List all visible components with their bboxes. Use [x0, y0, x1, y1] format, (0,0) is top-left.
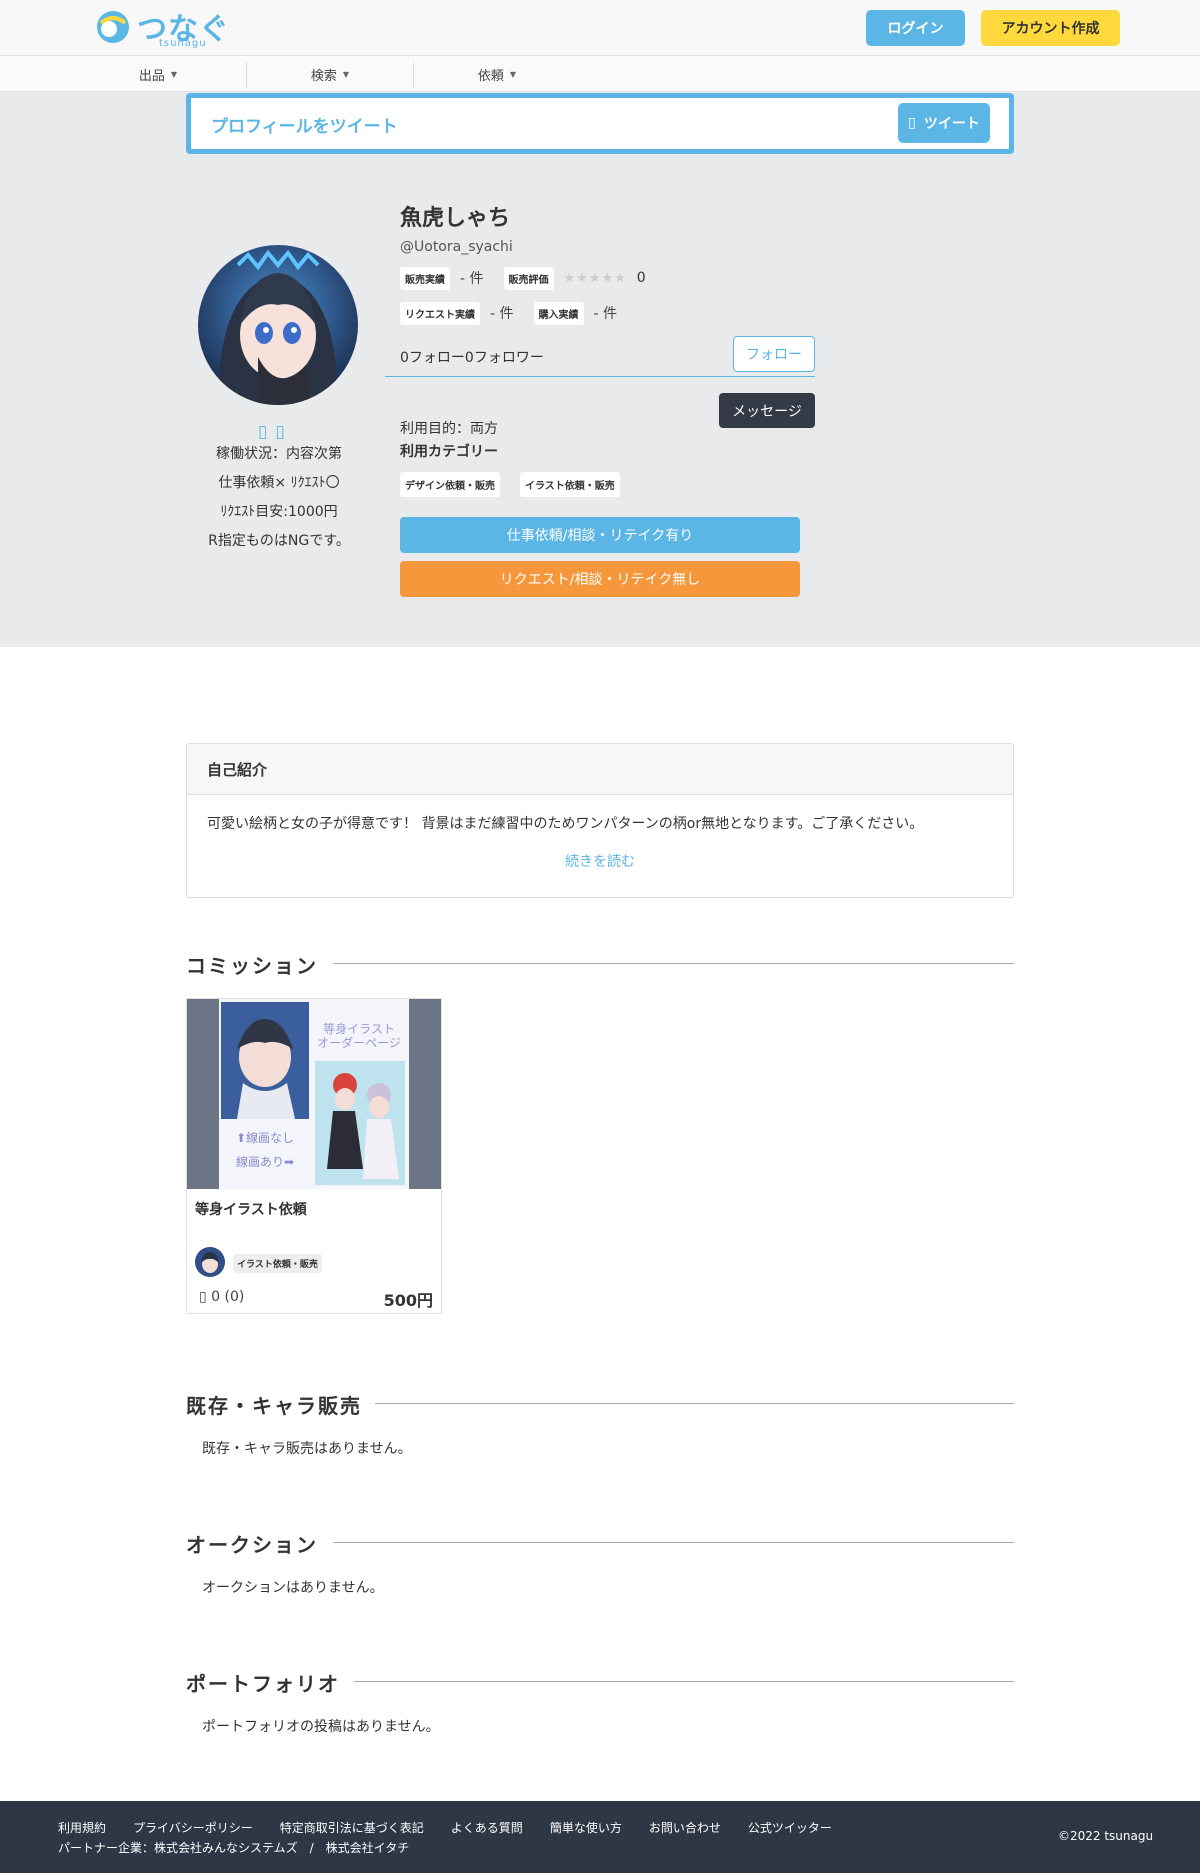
- footer-link-commerce-law[interactable]: 特定商取引法に基づく表記: [280, 1819, 424, 1836]
- avatar-image: [198, 245, 358, 405]
- stat-value-request-count: - 件: [490, 306, 514, 322]
- twitter-icon: ▯: [908, 115, 916, 131]
- thumb-text-left-1: ⬆線画なし: [236, 1130, 294, 1145]
- section-divider: [333, 963, 1014, 964]
- request-status: 仕事依頼× ﾘｸｴｽﾄ〇: [218, 475, 340, 491]
- stats-row-sales: 販売実績 - 件 販売評価 ★★★★★ 0: [400, 266, 646, 290]
- rating-stars-icon: ★★★★★: [563, 270, 627, 286]
- message-button[interactable]: メッセージ: [719, 393, 815, 428]
- tweet-profile-box: プロフィールをツイート ▯ ツイート: [186, 93, 1014, 154]
- thumb-text-right-1: 等身イラスト: [323, 1021, 395, 1036]
- nav-item-request[interactable]: 依頼 ▼: [414, 56, 580, 92]
- stat-value-sales-count: - 件: [460, 271, 484, 287]
- follow-button[interactable]: フォロー: [733, 336, 815, 372]
- nav-item-label: 検索: [310, 68, 337, 84]
- caret-down-icon: ▼: [509, 69, 517, 79]
- stat-tag-sales-rating: 販売評価: [503, 266, 554, 290]
- card-likes-count: 0 (0): [206, 1289, 245, 1305]
- stat-tag-purchase-count: 購入実績: [533, 301, 584, 325]
- site-footer: 利用規約 プライバシーポリシー 特定商取引法に基づく表記 よくある質問 簡単な使…: [0, 1801, 1200, 1873]
- footer-link-howto[interactable]: 簡単な使い方: [550, 1819, 622, 1836]
- thumb-text-right-2: オーダーページ: [317, 1035, 401, 1050]
- section-divider: [375, 1403, 1014, 1404]
- status-info: 稼働状況：内容次第 仕事依頼× ﾘｸｴｽﾄ〇 ﾘｸｴｽﾄ目安:1000円 R指定…: [190, 440, 368, 556]
- profile-name: 魚虎しゃち: [400, 206, 511, 231]
- usage-purpose: 利用目的：両方: [400, 421, 498, 437]
- tweet-button-label: ツイート: [923, 116, 980, 132]
- work-status: 稼働状況：内容次第: [216, 446, 342, 462]
- footer-partner: パートナー企業：株式会社みんなシステムズ / 株式会社イタチ: [58, 1841, 410, 1855]
- footer-links: 利用規約 プライバシーポリシー 特定商取引法に基づく表記 よくある質問 簡単な使…: [58, 1819, 859, 1836]
- section-divider: [354, 1681, 1014, 1682]
- site-logo[interactable]: つなぐ tsunagu: [95, 6, 235, 50]
- logo-mark-icon: [97, 11, 129, 43]
- twitter-icon[interactable]: ▯: [258, 422, 275, 442]
- commission-card-title[interactable]: 等身イラスト依頼: [195, 1199, 307, 1219]
- stat-value-purchase-count: - 件: [593, 306, 618, 322]
- commission-card[interactable]: 等身イラスト オーダーページ ⬆線画なし 線画あり➡ 等身イラスト依頼 イラスト…: [186, 998, 442, 1314]
- divider: [385, 376, 815, 377]
- main-content: 自己紹介 可愛い絵柄と女の子が得意です！ 背景はまだ練習中のためワンパターンの柄…: [0, 647, 1200, 1801]
- category-tags: デザイン依頼・販売 イラスト依頼・販売: [400, 472, 640, 497]
- request-button[interactable]: リクエスト/相談・リテイク無し: [400, 561, 800, 597]
- rating-note: R指定ものはNGです。: [208, 533, 350, 549]
- follow-counts[interactable]: 0フォロー0フォロワー: [400, 347, 544, 367]
- rating-value: 0: [636, 270, 646, 286]
- section-divider: [333, 1542, 1014, 1543]
- site-header: つなぐ tsunagu ログイン アカウント作成: [0, 0, 1200, 56]
- card-avatar: [195, 1247, 225, 1277]
- footer-link-privacy[interactable]: プライバシーポリシー: [133, 1819, 253, 1836]
- commission-thumbnail[interactable]: 等身イラスト オーダーページ ⬆線画なし 線画あり➡: [187, 999, 441, 1189]
- portfolio-empty-message: ポートフォリオの投稿はありません。: [202, 1719, 440, 1735]
- card-category-tag: イラスト依頼・販売: [233, 1254, 322, 1273]
- main-nav: 出品 ▼ 検索 ▼ 依頼 ▼: [0, 56, 1200, 92]
- logo-subtext: tsunagu: [159, 38, 207, 49]
- commission-section-title: コミッション: [186, 954, 318, 978]
- sns-icons[interactable]: ▯▯: [258, 422, 293, 442]
- copyright: ©2022 tsunagu: [1058, 1829, 1154, 1843]
- nav-item-listing[interactable]: 出品 ▼: [75, 56, 241, 92]
- tweet-button[interactable]: ▯ ツイート: [898, 103, 990, 143]
- category-tag: イラスト依頼・販売: [520, 472, 620, 497]
- footer-link-terms[interactable]: 利用規約: [58, 1819, 106, 1836]
- category-tag: デザイン依頼・販売: [400, 472, 500, 497]
- footer-link-contact[interactable]: お問い合わせ: [649, 1819, 721, 1836]
- request-price-guide: ﾘｸｴｽﾄ目安:1000円: [220, 504, 338, 520]
- self-intro-title: 自己紹介: [187, 744, 1013, 795]
- footer-link-twitter[interactable]: 公式ツイッター: [748, 1819, 832, 1836]
- pixiv-icon[interactable]: ▯: [275, 422, 292, 442]
- tweet-profile-label: プロフィールをツイート: [211, 117, 398, 137]
- nav-item-search[interactable]: 検索 ▼: [247, 56, 413, 92]
- existing-section-title: 既存・キャラ販売: [186, 1394, 362, 1418]
- card-avatar-image: [195, 1247, 225, 1277]
- stat-tag-request-count: リクエスト実績: [400, 301, 480, 325]
- work-request-button[interactable]: 仕事依頼/相談・リテイク有り: [400, 517, 800, 553]
- read-more-link[interactable]: 続きを読む: [207, 851, 993, 871]
- auction-empty-message: オークションはありません。: [202, 1580, 384, 1596]
- card-price: 500円: [383, 1291, 433, 1310]
- profile-section: プロフィールをツイート ▯ ツイート ▯▯ 稼働状況：内容次第 仕事依頼× ﾘｸ…: [0, 92, 1200, 647]
- self-intro-body: 可愛い絵柄と女の子が得意です！ 背景はまだ練習中のためワンパターンの柄or無地と…: [187, 795, 1013, 871]
- self-intro-text: 可愛い絵柄と女の子が得意です！ 背景はまだ練習中のためワンパターンの柄or無地と…: [207, 816, 924, 832]
- nav-item-label: 出品: [138, 68, 165, 84]
- caret-down-icon: ▼: [342, 69, 350, 79]
- stat-tag-sales-count: 販売実績: [400, 266, 450, 290]
- portfolio-section-title: ポートフォリオ: [186, 1672, 340, 1696]
- heart-icon[interactable]: ▯: [199, 1289, 207, 1305]
- caret-down-icon: ▼: [170, 69, 178, 79]
- thumb-text-left-2: 線画あり➡: [236, 1154, 294, 1169]
- login-button[interactable]: ログイン: [866, 10, 965, 46]
- commission-thumbnail-image: 等身イラスト オーダーページ ⬆線画なし 線画あり➡: [219, 999, 409, 1189]
- footer-link-faq[interactable]: よくある質問: [451, 1819, 523, 1836]
- stats-row-requests: リクエスト実績 - 件 購入実績 - 件: [400, 301, 637, 325]
- auction-section-title: オークション: [186, 1533, 318, 1557]
- signup-button[interactable]: アカウント作成: [981, 10, 1120, 46]
- self-intro-card: 自己紹介 可愛い絵柄と女の子が得意です！ 背景はまだ練習中のためワンパターンの柄…: [186, 743, 1014, 898]
- usage-category-title: 利用カテゴリー: [400, 444, 498, 460]
- card-likes: ▯ 0 (0): [199, 1289, 244, 1305]
- nav-item-label: 依頼: [477, 68, 504, 84]
- avatar: [198, 245, 358, 405]
- existing-empty-message: 既存・キャラ販売はありません。: [202, 1441, 412, 1457]
- profile-handle: @Uotora_syachi: [400, 239, 513, 255]
